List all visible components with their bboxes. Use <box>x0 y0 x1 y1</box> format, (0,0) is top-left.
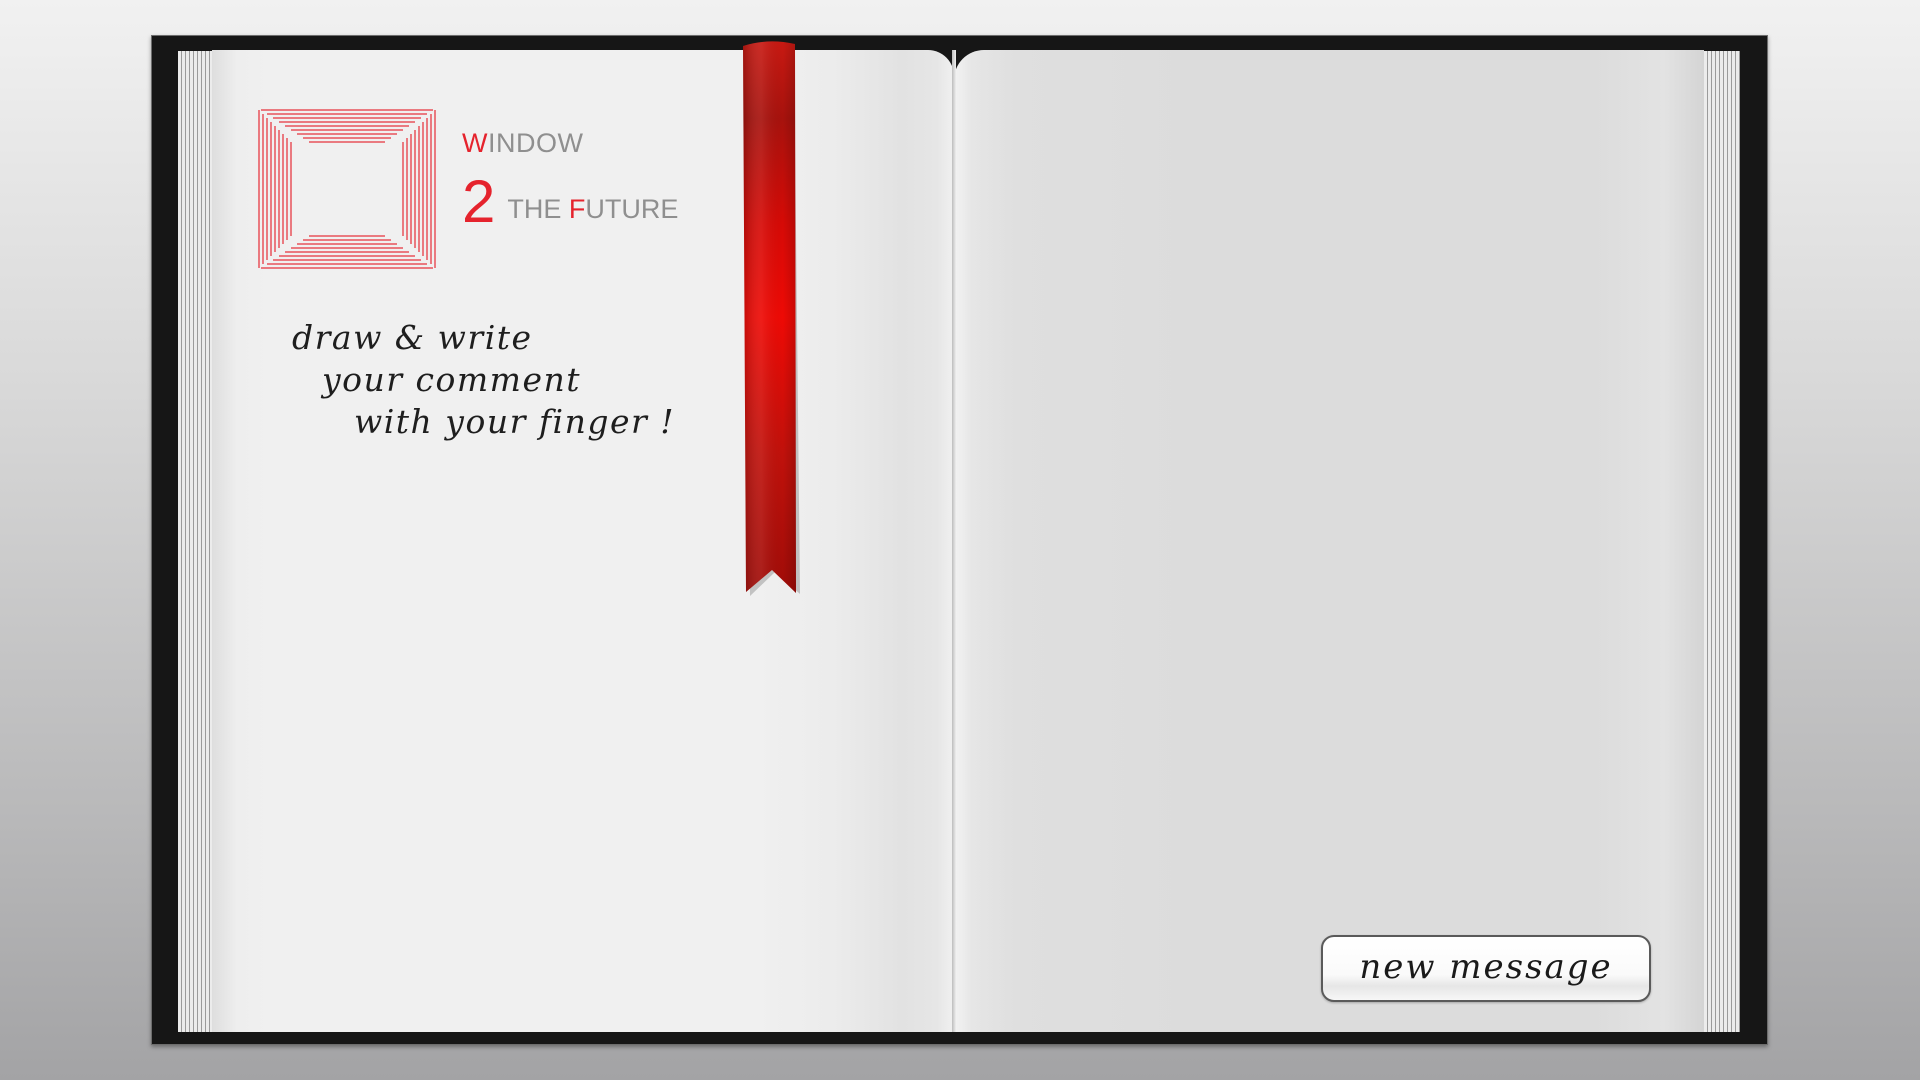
logo-future-rest: UTURE <box>585 194 679 224</box>
book-spine <box>952 50 956 1032</box>
instruction-line-1: draw & write <box>292 318 533 357</box>
new-message-button[interactable]: new message <box>1321 935 1651 1002</box>
logo-line-window: WINDOW <box>462 128 583 159</box>
new-message-label: new message <box>1359 947 1613 987</box>
logo-window-initial: W <box>462 128 488 158</box>
logo-window-rest: INDOW <box>487 128 584 158</box>
instruction-line-2: your comment <box>322 360 582 399</box>
right-page-stack <box>1700 51 1740 1032</box>
window-logo-icon <box>258 109 436 269</box>
drawing-canvas[interactable] <box>954 50 1704 1032</box>
logo-line-future: 2 THE FUTURE <box>462 172 678 232</box>
bookmark-ribbon-icon <box>743 41 800 596</box>
instruction-line-3: with your finger ! <box>354 402 676 441</box>
logo-number: 2 <box>462 168 496 235</box>
logo-the: THE <box>507 194 569 224</box>
logo-future-initial: F <box>568 194 586 224</box>
